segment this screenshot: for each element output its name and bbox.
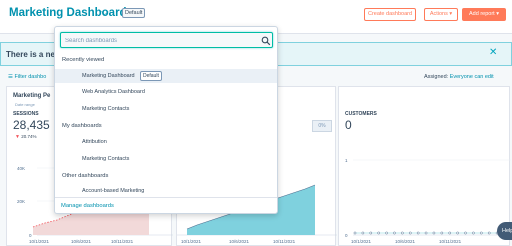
- data-point: [416, 231, 420, 235]
- sessions-change: ▼ 20.74%: [15, 134, 36, 140]
- sessions-change-value: 20.74%: [21, 134, 37, 139]
- data-point: [479, 231, 483, 235]
- search-box: [60, 32, 273, 48]
- default-badge: Default: [140, 71, 162, 81]
- data-point: [408, 231, 412, 235]
- y-tick-label: 0: [29, 233, 32, 238]
- data-point: [464, 231, 467, 235]
- search-input[interactable]: [65, 35, 255, 46]
- dashboard-option-marketing-dashboard[interactable]: Marketing Dashboard Default: [55, 69, 277, 83]
- x-tick-label: 10/1/2021: [29, 239, 50, 244]
- down-arrow-icon: ▼: [15, 134, 20, 140]
- y-tick-label: 20K: [17, 199, 25, 204]
- assigned-label: Assigned:: [424, 74, 449, 80]
- dashboard-option-account-based-marketing[interactable]: Account-based Marketing: [55, 184, 277, 198]
- section-other-dashboards: Other dashboards: [62, 173, 109, 179]
- dashboard-option-label: Web Analytics Dashboard: [82, 89, 145, 95]
- x-tick-label: 10/11/2021: [111, 239, 134, 244]
- x-tick-label: 10/6/2021: [395, 239, 416, 244]
- customers-value: 0: [345, 118, 352, 132]
- assigned-value-link[interactable]: Everyone can edit: [450, 74, 494, 80]
- percent-indicator: 0%: [312, 120, 332, 132]
- x-tick-label: 10/11/2021: [439, 239, 462, 244]
- section-recently-viewed: Recently viewed: [62, 57, 105, 63]
- default-badge: Default: [122, 8, 146, 18]
- section-my-dashboards: My dashboards: [62, 123, 102, 129]
- x-tick-label: 10/11/2021: [273, 239, 296, 244]
- create-dashboard-button[interactable]: Create dashboard: [364, 8, 416, 21]
- help-button[interactable]: Help: [497, 222, 512, 240]
- data-point: [440, 231, 444, 235]
- data-point: [448, 231, 452, 235]
- close-icon[interactable]: ✕: [489, 47, 497, 58]
- data-point: [424, 231, 428, 235]
- dashboard-option-marketing-contacts[interactable]: Marketing Contacts: [55, 152, 277, 166]
- customers-label: CUSTOMERS: [345, 111, 377, 117]
- actions-button[interactable]: Actions ▾: [424, 8, 458, 21]
- y-tick-label: 0: [345, 233, 348, 238]
- data-point: [385, 231, 388, 235]
- search-icon[interactable]: [261, 36, 271, 46]
- data-point: [432, 231, 436, 235]
- dashboard-option-label: Marketing Contacts: [82, 156, 130, 162]
- banner-text: There is a ne: [6, 50, 55, 59]
- customers-chart: 1 0 10/1/2021 10/6/2021 10/11/2021: [345, 158, 511, 244]
- date-range-label: Date range: [15, 102, 35, 107]
- dashboard-option-label: Marketing Dashboard: [82, 73, 135, 79]
- divider: [55, 197, 277, 198]
- data-point: [401, 231, 404, 235]
- data-point: [487, 231, 491, 235]
- data-point: [456, 231, 459, 235]
- sessions-label: SESSIONS: [13, 111, 39, 117]
- card-title[interactable]: Marketing Pe: [13, 93, 50, 99]
- data-point: [361, 231, 365, 235]
- dashboard-option-label: Attribution: [82, 139, 107, 145]
- dashboard-switcher-dropdown: Recently viewed Marketing Dashboard Defa…: [54, 26, 278, 214]
- data-point: [377, 231, 381, 235]
- report-card-customers: CUSTOMERS 0 1 0 10/1/2021 10/6/2021 10/1…: [338, 86, 511, 246]
- add-report-button[interactable]: Add report ▾: [462, 8, 506, 21]
- x-tick-label: 10/1/2021: [351, 239, 372, 244]
- filter-dashboard-link[interactable]: ☰ Filter dashbo: [8, 74, 46, 80]
- dashboard-option-label: Account-based Marketing: [82, 188, 145, 194]
- x-tick-label: 10/1/2021: [181, 239, 202, 244]
- y-tick-label: 40K: [17, 166, 25, 171]
- data-point: [353, 231, 357, 235]
- x-tick-label: 10/6/2021: [71, 239, 92, 244]
- dashboard-option-attribution[interactable]: Attribution: [55, 135, 277, 149]
- data-point: [369, 231, 373, 235]
- y-tick-label: 1: [345, 158, 348, 163]
- sessions-value: 28,435: [13, 118, 50, 132]
- assigned-info: Assigned: Everyone can edit: [424, 74, 494, 80]
- x-tick-label: 10/6/2021: [229, 239, 250, 244]
- chevron-down-icon[interactable]: ⌵: [101, 7, 109, 18]
- filter-label: Filter dashbo: [14, 74, 47, 80]
- data-point: [472, 231, 475, 235]
- dashboard-option-marketing-contacts[interactable]: Marketing Contacts: [55, 102, 277, 116]
- dashboard-option-label: Marketing Contacts: [82, 106, 130, 112]
- data-point: [393, 231, 396, 235]
- dashboard-option-web-analytics[interactable]: Web Analytics Dashboard: [55, 85, 277, 99]
- manage-dashboards-link[interactable]: Manage dashboards: [61, 203, 114, 209]
